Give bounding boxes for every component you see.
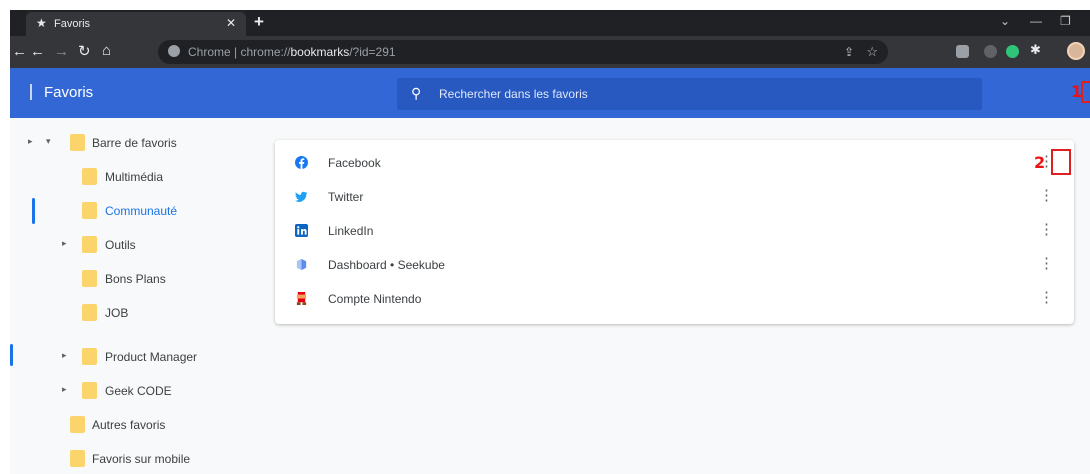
folder-icon — [82, 236, 97, 253]
folder-icon — [82, 304, 97, 321]
forward-button-icon[interactable]: → — [54, 43, 69, 60]
tree-item-label: JOB — [105, 306, 129, 320]
new-tab-button[interactable]: + — [254, 12, 264, 32]
extensions-puzzle-icon[interactable]: ✱ — [1030, 42, 1041, 58]
tree-item-favoris-sur-mobile[interactable]: Favoris sur mobile — [10, 448, 250, 470]
tree-item-product-manager[interactable]: ▸ Product Manager — [10, 346, 250, 368]
extension-icon-3[interactable] — [1006, 45, 1019, 58]
folder-icon — [82, 202, 97, 219]
tree-item-label: Autres favoris — [92, 418, 166, 432]
list-item[interactable]: Compte Nintendo ⋮ — [275, 282, 1074, 316]
chevron-down-icon[interactable]: ⌄ — [1000, 14, 1010, 28]
restore-button[interactable]: ❐ — [1060, 14, 1071, 28]
search-icon: ⚲ — [411, 85, 422, 101]
search-placeholder: Rechercher dans les favoris — [439, 87, 588, 101]
tree-item-job[interactable]: JOB — [10, 302, 250, 324]
bookmark-list: Facebook ⋮ Twitter ⋮ LinkedIn ⋮ Dashboar… — [275, 140, 1074, 324]
screenshot-frame: 1 ★ Favoris ✕ + ⌄ — ❐ ← ← → ↻ ⌂ Chrome |… — [0, 0, 1090, 474]
browser-toolbar: ← ← → ↻ ⌂ Chrome | chrome://bookmarks/?i… — [10, 36, 1090, 68]
twitter-icon — [295, 191, 308, 202]
search-input[interactable]: ⚲ Rechercher dans les favoris — [397, 78, 982, 110]
close-tab-icon[interactable]: ✕ — [226, 16, 236, 30]
tree-item-label: Favoris sur mobile — [92, 452, 191, 466]
extension-icon-2[interactable] — [984, 45, 997, 58]
more-actions-icon[interactable]: ⋮ — [1039, 288, 1054, 306]
caret-right-icon[interactable]: ▸ — [62, 238, 67, 249]
tree-item-geek-code[interactable]: ▸ Geek CODE — [10, 380, 250, 402]
bookmarks-content: ▸ ▾ Barre de favoris Multimédia Communau… — [10, 118, 1090, 474]
caret-right-icon[interactable]: ▸ — [62, 350, 67, 361]
annotation-box-1 — [1081, 81, 1090, 103]
caret-right-icon[interactable]: ▸ — [62, 384, 67, 395]
page-title: Favoris — [44, 84, 94, 101]
more-actions-icon[interactable]: ⋮ — [1039, 254, 1054, 272]
bookmark-title: Twitter — [328, 190, 364, 204]
tree-item-barre-de-favoris[interactable]: ▸ ▾ Barre de favoris — [10, 132, 250, 154]
folder-icon — [82, 382, 97, 399]
tree-item-bons-plans[interactable]: Bons Plans — [10, 268, 250, 290]
address-url: Chrome | chrome://bookmarks/?id=291 — [188, 45, 396, 59]
chrome-site-icon — [168, 45, 180, 57]
tree-item-label: Product Manager — [105, 350, 198, 364]
reload-icon[interactable]: ↻ — [78, 42, 91, 60]
tree-item-communaute[interactable]: Communauté — [10, 200, 250, 222]
tab-strip: ★ Favoris ✕ + ⌄ — ❐ — [10, 10, 1090, 36]
tree-item-label: Outils — [105, 238, 136, 252]
folder-icon — [82, 348, 97, 365]
minimize-button[interactable]: — — [1030, 14, 1042, 28]
more-actions-icon[interactable]: ⋮ — [1039, 220, 1054, 238]
bookmark-star-outline-icon[interactable]: ☆ — [866, 44, 878, 60]
address-bar[interactable]: Chrome | chrome://bookmarks/?id=291 ⇪ ☆ — [158, 40, 888, 64]
tree-item-label: Geek CODE — [105, 384, 172, 398]
more-actions-icon[interactable]: ⋮ — [1039, 186, 1054, 204]
annotation-number-2: 2 — [1034, 153, 1046, 172]
back-arrow-icon[interactable]: ← — [12, 43, 27, 60]
tree-item-outils[interactable]: ▸ Outils — [10, 234, 250, 256]
share-icon[interactable]: ⇪ — [844, 45, 854, 59]
nintendo-icon — [296, 292, 307, 305]
folder-icon — [70, 416, 85, 433]
tab-favoris[interactable]: ★ Favoris ✕ — [26, 12, 246, 36]
tree-item-label: Multimédia — [105, 170, 164, 184]
folder-icon — [82, 168, 97, 185]
tree-item-label: Barre de favoris — [92, 136, 177, 150]
list-item[interactable]: Dashboard • Seekube ⋮ — [275, 248, 1074, 282]
annotation-box-2 — [1051, 149, 1071, 175]
menu-icon[interactable] — [30, 84, 32, 100]
tree-item-autres-favoris[interactable]: Autres favoris — [10, 414, 250, 436]
caret-right-icon[interactable]: ▸ — [28, 136, 33, 147]
list-item[interactable]: Twitter ⋮ — [275, 180, 1074, 214]
caret-down-icon[interactable]: ▾ — [46, 136, 51, 147]
bookmark-title: LinkedIn — [328, 224, 374, 238]
profile-avatar[interactable] — [1067, 42, 1085, 60]
home-icon[interactable]: ⌂ — [102, 42, 111, 59]
tree-item-multimedia[interactable]: Multimédia — [10, 166, 250, 188]
folder-icon — [70, 134, 85, 151]
bookmark-title: Facebook — [328, 156, 381, 170]
back-button-icon[interactable]: ← — [30, 43, 45, 60]
bookmark-star-icon: ★ — [36, 16, 47, 30]
tree-item-label: Communauté — [105, 204, 178, 218]
list-item[interactable]: LinkedIn ⋮ — [275, 214, 1074, 248]
bookmarks-header: Favoris ⚲ Rechercher dans les favoris 1 — [10, 68, 1090, 118]
tab-title: Favoris — [54, 18, 91, 30]
bookmark-title: Dashboard • Seekube — [328, 258, 445, 272]
seekube-icon — [296, 258, 307, 271]
folder-icon — [70, 450, 85, 467]
linkedin-icon — [295, 224, 308, 237]
extension-icon-1[interactable] — [956, 45, 969, 58]
browser-window: ★ Favoris ✕ + ⌄ — ❐ ← ← → ↻ ⌂ Chrome | c… — [10, 10, 1090, 474]
bookmark-title: Compte Nintendo — [328, 292, 422, 306]
tree-item-label: Bons Plans — [105, 272, 166, 286]
folder-icon — [82, 270, 97, 287]
list-item[interactable]: Facebook ⋮ — [275, 146, 1074, 180]
facebook-icon — [295, 156, 308, 169]
